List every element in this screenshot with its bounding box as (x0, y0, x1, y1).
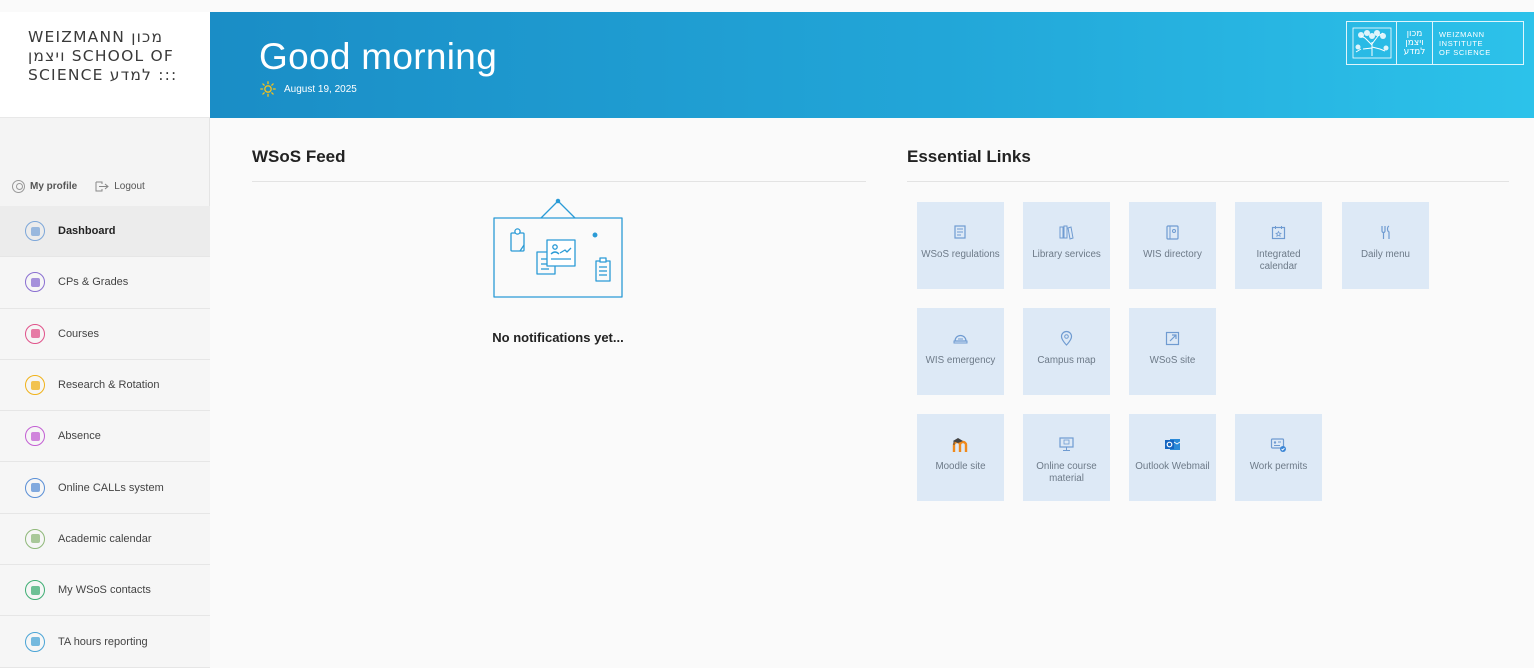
link-tile-work-permits[interactable]: Work permits (1235, 414, 1322, 501)
sidebar-item-label: Absence (58, 430, 101, 443)
sun-icon (260, 81, 276, 97)
sidebar-item-label: Online CALLs system (58, 481, 164, 494)
sidebar-item-my-wsos-contacts[interactable]: My WSoS contacts (0, 565, 210, 617)
emergency-icon (953, 334, 968, 344)
wis-en-line-2: INSTITUTE (1439, 38, 1484, 48)
sidebar-item-academic-calendar[interactable]: Academic calendar (0, 513, 210, 566)
sidebar-nav: Dashboard CPs & Grades Courses Research & R… (0, 206, 210, 668)
logo-line-3: SCIENCE למדע ::: (28, 66, 178, 84)
tree-icon (1347, 22, 1397, 64)
link-tile-label: Campus map (1037, 355, 1096, 366)
sidebar-item-label: My WSoS contacts (58, 584, 151, 597)
ta-hours-icon (25, 631, 45, 652)
link-tile-outlook-webmail[interactable]: Outlook Webmail (1129, 414, 1216, 501)
feed-title: WSoS Feed (252, 147, 346, 166)
link-tile-library-services[interactable]: Library services (1023, 202, 1110, 289)
link-tile-label: WIS emergency (925, 355, 996, 366)
link-tile-label: Library services (1032, 249, 1101, 260)
contacts-icon (25, 580, 45, 601)
logo-line-2: ויצמן SCHOOL OF (28, 47, 174, 65)
sidebar-item-online-calls-system[interactable]: Online CALLs system (0, 462, 210, 514)
link-tile-label: Work permits (1249, 461, 1308, 472)
courses-icon (25, 323, 45, 344)
calendar-icon (1271, 226, 1286, 240)
my-profile-label: My profile (30, 180, 78, 192)
links-title: Essential Links (907, 147, 1031, 166)
link-tile-label: WSoS regulations (921, 249, 1000, 260)
outlook-icon (1165, 439, 1181, 450)
directory-icon (1166, 225, 1179, 240)
absence-icon (25, 426, 45, 447)
permit-icon (1270, 438, 1286, 452)
top-strip (0, 0, 1534, 12)
sidebar-item-label: TA hours reporting (58, 635, 148, 648)
header-banner: Good morning August 19, 2025 מכון ויצמן … (210, 12, 1534, 118)
library-icon (1059, 225, 1074, 240)
dashboard-icon (25, 221, 45, 242)
wis-english-text: WEIZMANN INSTITUTE OF SCIENCE (1433, 30, 1491, 57)
link-tile-wis-directory[interactable]: WIS directory (1129, 202, 1216, 289)
logout-link[interactable]: Logout (95, 181, 145, 192)
link-tile-moodle-site[interactable]: Moodle site (917, 414, 1004, 501)
profile-row: My profile Logout (0, 168, 210, 204)
link-tile-label: Integrated calendar (1256, 249, 1301, 272)
research-icon (25, 375, 45, 396)
my-profile-link[interactable]: My profile (12, 179, 78, 193)
sidebar: WEIZMANN מכון ויצמן SCHOOL OF SCIENCE למ… (0, 12, 210, 668)
link-tile-online-course-material[interactable]: Online course material (1023, 414, 1110, 501)
links-divider (907, 181, 1509, 182)
wis-logo[interactable]: מכון ויצמן למדע WEIZMANN INSTITUTE OF SC… (1346, 21, 1524, 65)
link-tile-daily-menu[interactable]: Daily menu (1342, 202, 1429, 289)
cutlery-icon (1381, 225, 1390, 239)
grades-icon (25, 272, 45, 293)
moodle-icon (952, 438, 968, 452)
sidebar-item-cps-grades[interactable]: CPs & Grades (0, 257, 210, 309)
monitor-icon (1059, 437, 1074, 451)
sidebar-item-dashboard[interactable]: Dashboard (0, 206, 210, 258)
logo-line-1: WEIZMANN מכון (28, 28, 164, 46)
sidebar-item-label: CPs & Grades (58, 276, 129, 289)
empty-feed-message: No notifications yet... (492, 330, 624, 345)
feed-divider (252, 181, 866, 182)
link-tile-label: WIS directory (1143, 249, 1202, 260)
logout-label: Logout (114, 180, 145, 192)
wis-hebrew-text: מכון ויצמן למדע (1397, 22, 1433, 64)
greeting-title: Good morning (259, 36, 498, 77)
user-icon (12, 179, 25, 193)
date-row: August 19, 2025 (260, 81, 357, 97)
link-tile-label: Online course material (1036, 461, 1097, 484)
link-tile-label: Moodle site (935, 461, 986, 472)
link-tile-wsos-regulations[interactable]: WSoS regulations (917, 202, 1004, 289)
external-link-icon (1165, 331, 1180, 346)
wsos-logo[interactable]: WEIZMANN מכון ויצמן SCHOOL OF SCIENCE למ… (0, 12, 210, 118)
sidebar-item-courses[interactable]: Courses (0, 308, 210, 360)
link-tile-label: WSoS site (1149, 355, 1196, 366)
sidebar-item-label: Academic calendar (58, 532, 152, 545)
sidebar-item-label: Dashboard (58, 225, 116, 238)
sidebar-item-absence[interactable]: Absence (0, 411, 210, 463)
map-pin-icon (1060, 330, 1073, 346)
regulations-icon (954, 225, 966, 239)
calendar-icon (25, 528, 45, 549)
wis-en-line-3: OF SCIENCE (1439, 47, 1491, 57)
wis-en-line-1: WEIZMANN (1439, 29, 1485, 39)
link-tile-label: Outlook Webmail (1135, 461, 1210, 472)
link-tile-wsos-site[interactable]: WSoS site (1129, 308, 1216, 395)
link-tile-integrated-calendar[interactable]: Integrated calendar (1235, 202, 1322, 289)
date-label: August 19, 2025 (284, 83, 357, 95)
sidebar-item-label: Courses (58, 327, 99, 340)
app-root: WEIZMANN מכון ויצמן SCHOOL OF SCIENCE למ… (0, 0, 1534, 668)
wis-heb-line-3: למדע (1403, 46, 1426, 57)
sidebar-item-ta-hours-reporting[interactable]: TA hours reporting (0, 616, 210, 668)
link-tile-label: Daily menu (1360, 249, 1410, 260)
link-tile-campus-map[interactable]: Campus map (1023, 308, 1110, 395)
calls-icon (25, 477, 45, 498)
logout-icon (95, 181, 110, 191)
empty-board-icon (493, 198, 623, 298)
sidebar-item-research-rotation[interactable]: Research & Rotation (0, 359, 210, 412)
link-tile-wis-emergency[interactable]: WIS emergency (917, 308, 1004, 395)
sidebar-item-label: Research & Rotation (58, 379, 160, 392)
